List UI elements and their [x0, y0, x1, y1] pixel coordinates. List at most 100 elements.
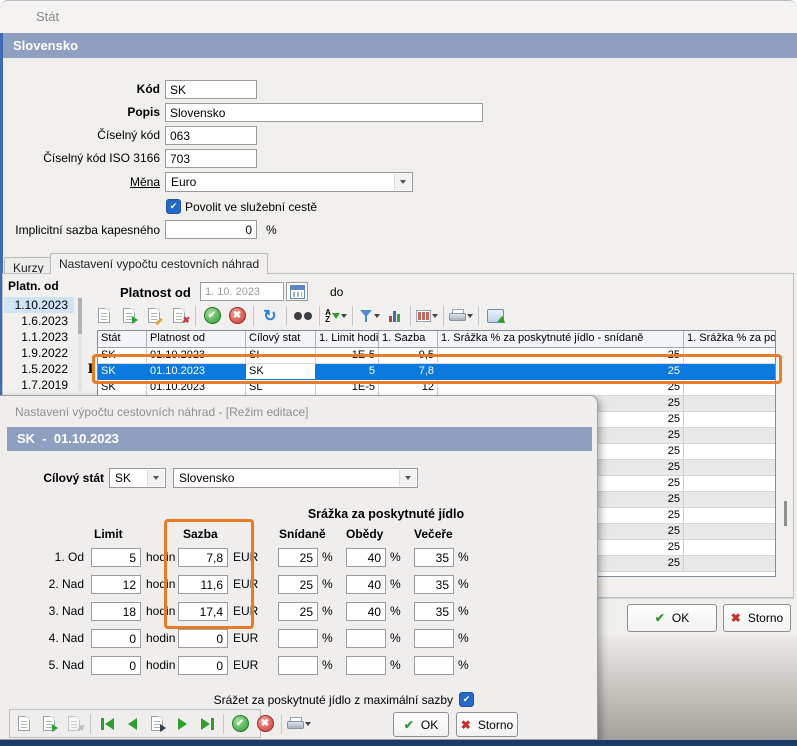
dialog-storno-button[interactable]: Storno [456, 712, 518, 737]
filter-chart-button[interactable] [383, 304, 405, 327]
export-button[interactable] [484, 304, 506, 327]
chevron-down-icon[interactable] [305, 722, 311, 726]
cell-sazba: 9,5 [379, 348, 438, 364]
sazba-input[interactable] [178, 575, 228, 594]
snidane-input[interactable] [278, 575, 318, 594]
cancel-button[interactable] [226, 304, 248, 327]
list-item[interactable]: 1.5.2022 [4, 361, 74, 377]
chevron-down-icon[interactable] [394, 174, 411, 190]
iso-kod-input[interactable] [165, 149, 257, 168]
chevron-down-icon[interactable] [467, 314, 473, 318]
new-record-button[interactable] [13, 712, 35, 735]
previous-record-button[interactable] [121, 712, 143, 735]
accept-button[interactable] [201, 304, 223, 327]
column-header[interactable]: Cílový stat [246, 331, 316, 347]
cilovy-stat-name-combo[interactable]: Slovensko [173, 468, 418, 488]
limit-input[interactable] [91, 575, 141, 594]
cilovy-stat-code-combo[interactable]: SK [109, 468, 166, 488]
obedy-input[interactable] [346, 548, 386, 567]
accept-button[interactable] [229, 712, 251, 735]
vecere-input[interactable] [414, 656, 454, 675]
sazba-input[interactable] [178, 629, 228, 648]
edit-indicator [85, 362, 96, 377]
delete-record-button[interactable] [168, 304, 190, 327]
limit-input[interactable] [91, 548, 141, 567]
next-record-button[interactable] [171, 712, 193, 735]
chevron-down-icon[interactable] [341, 314, 347, 318]
refresh-button[interactable] [259, 304, 281, 327]
columns-button[interactable] [416, 304, 438, 327]
storno-button[interactable]: Storno [723, 604, 791, 632]
obedy-input[interactable] [346, 656, 386, 675]
platnost-od-input[interactable] [200, 282, 284, 301]
column-header[interactable]: 1. Limit hodin [316, 331, 379, 347]
copy-page-icon [123, 308, 135, 323]
list-item[interactable]: 1.9.2022 [4, 345, 74, 361]
column-header[interactable]: 1. Srážka % za pos [684, 331, 775, 347]
window-titlebar: Stát [0, 1, 797, 33]
sazba-input[interactable] [178, 548, 228, 567]
copy-record-button[interactable] [118, 304, 140, 327]
edit-record-button[interactable] [143, 304, 165, 327]
chevron-down-icon[interactable] [432, 314, 438, 318]
vecere-input[interactable] [414, 602, 454, 621]
obedy-input[interactable] [346, 629, 386, 648]
last-record-button[interactable] [196, 712, 218, 735]
implicitni-input[interactable] [165, 220, 257, 239]
delete-record-button-disabled[interactable] [63, 712, 85, 735]
print-button[interactable] [287, 712, 311, 735]
column-header[interactable]: Stát [98, 331, 147, 347]
list-item[interactable]: 1.1.2023 [4, 329, 74, 345]
limit-input[interactable] [91, 656, 141, 675]
obedy-input[interactable] [346, 602, 386, 621]
calendar-button[interactable] [286, 282, 308, 301]
mena-combo[interactable]: Euro [165, 172, 413, 192]
chevron-down-icon[interactable] [374, 314, 380, 318]
list-item[interactable]: 1.6.2023 [4, 313, 74, 329]
new-record-button[interactable] [93, 304, 115, 327]
first-record-button[interactable] [96, 712, 118, 735]
search-button[interactable] [292, 304, 314, 327]
tab-kurzy[interactable]: Kurzy [4, 257, 53, 274]
vecere-input[interactable] [414, 548, 454, 567]
cell-limit: 1E-5 [316, 348, 379, 364]
table-scrollbar-thumb[interactable] [784, 501, 787, 526]
chevron-down-icon[interactable] [399, 470, 416, 486]
snidane-input[interactable] [278, 602, 318, 621]
snidane-input[interactable] [278, 629, 318, 648]
limit-input[interactable] [91, 602, 141, 621]
snidane-input[interactable] [278, 548, 318, 567]
povolit-checkbox[interactable] [166, 199, 181, 214]
cancel-button[interactable] [254, 712, 276, 735]
sazba-input[interactable] [178, 656, 228, 675]
ok-button[interactable]: OK [627, 604, 717, 632]
column-header[interactable]: 1. Sazba [379, 331, 438, 347]
column-header[interactable]: Platnost od [147, 331, 246, 347]
filter-button[interactable] [358, 304, 380, 327]
vecere-input[interactable] [414, 575, 454, 594]
limit-input[interactable] [91, 629, 141, 648]
table-row[interactable]: SK 01.10.2023 SL 1E-5 12 25 [98, 380, 775, 396]
mena-label[interactable]: Měna [0, 175, 160, 189]
chevron-down-icon[interactable] [147, 470, 164, 486]
list-scrollbar-thumb[interactable] [78, 298, 82, 334]
record-list-button[interactable] [146, 712, 168, 735]
copy-record-button[interactable] [38, 712, 60, 735]
snidane-input[interactable] [278, 656, 318, 675]
ciselny-kod-input[interactable] [165, 126, 257, 145]
list-item[interactable]: 1.10.2023 [4, 297, 74, 313]
column-header[interactable]: 1. Srážka % za poskytnuté jídlo - snídan… [438, 331, 684, 347]
tab-nastaveni-nahrad[interactable]: Nastavení vypočtu cestovních náhrad [50, 253, 268, 274]
print-button[interactable] [449, 304, 473, 327]
sazba-input[interactable] [178, 602, 228, 621]
table-row-selected[interactable]: SK 01.10.2023 SK 5 7,8 25 [98, 364, 775, 380]
vecere-input[interactable] [414, 629, 454, 648]
popis-input[interactable] [165, 103, 483, 122]
kod-input[interactable] [165, 80, 257, 99]
obedy-input[interactable] [346, 575, 386, 594]
sort-button[interactable] [325, 304, 347, 327]
dialog-ok-button[interactable]: OK [393, 712, 449, 737]
table-row[interactable]: SK 01.10.2023 SI 1E-5 9,5 25 [98, 348, 775, 364]
list-item[interactable]: 1.7.2019 [4, 377, 74, 393]
max-sazba-checkbox[interactable] [459, 692, 474, 707]
